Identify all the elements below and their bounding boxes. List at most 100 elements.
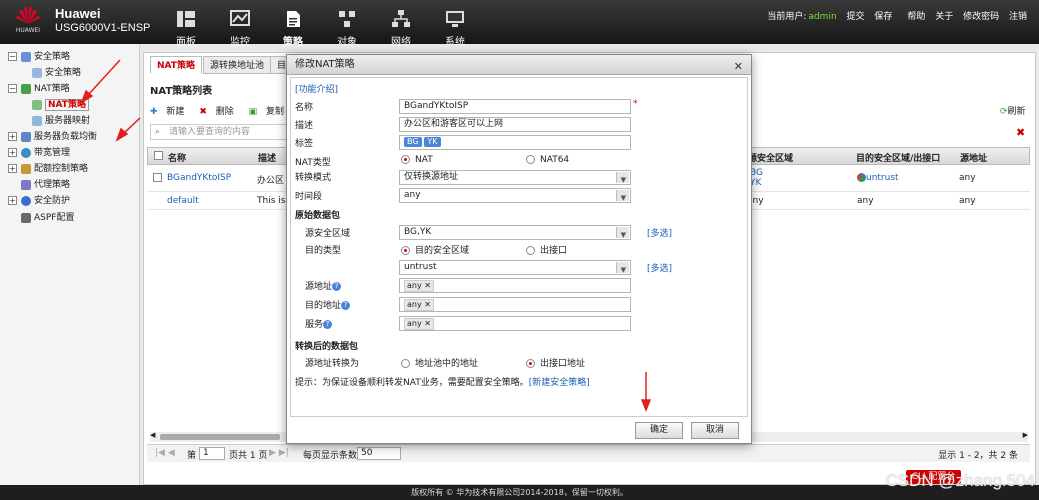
feature-intro-link[interactable]: [功能介绍] [295, 82, 338, 95]
row-name[interactable]: BGandYKtoISP [167, 173, 231, 183]
page-input[interactable]: 1 [199, 447, 225, 460]
bandwidth-icon [21, 147, 31, 158]
remove-tag-icon[interactable]: ✕ [424, 281, 431, 290]
nav-dashboard[interactable]: 面板 [166, 10, 206, 48]
dst-zone-multiselect-link[interactable]: [多选] [647, 261, 672, 274]
nav-network[interactable]: 网络 [381, 10, 421, 48]
sidebar-item-nat-policy-sub[interactable]: NAT策略 [32, 97, 89, 113]
chevron-down-icon: ▼ [620, 176, 626, 184]
sidebar-item-protection[interactable]: + 安全防护 [8, 193, 70, 209]
cancel-button[interactable]: 取消 [691, 422, 739, 439]
dst-zone-select[interactable]: untrust ▼ [399, 260, 631, 275]
scroll-right-icon[interactable]: ▶ [1023, 431, 1028, 439]
col-src-zone[interactable]: 源安全区域 [748, 151, 793, 164]
first-page-icon[interactable]: |◀ ◀ [155, 448, 175, 458]
nav-object[interactable]: 对象 [327, 10, 367, 48]
radio-icon [401, 155, 410, 164]
row-desc: This is [257, 196, 286, 206]
help-link[interactable]: 帮助 [907, 12, 925, 22]
sidebar-item-server-mapping[interactable]: 服务器映射 [32, 113, 90, 129]
server-mapping-icon [32, 115, 42, 126]
collapse-icon[interactable]: − [8, 52, 17, 61]
nav-policy[interactable]: 策略 [273, 10, 313, 48]
scroll-thumb[interactable] [160, 434, 280, 440]
translate-radio-pool[interactable]: 地址池中的地址 [401, 356, 478, 369]
per-page-select[interactable]: 50 [357, 447, 401, 460]
col-desc[interactable]: 描述 [258, 151, 276, 164]
col-dst-zone[interactable]: 目的安全区域/出接口 [856, 151, 940, 164]
collapse-icon[interactable]: − [8, 84, 17, 93]
nav-system[interactable]: 系统 [435, 10, 475, 48]
expand-icon[interactable]: + [8, 164, 17, 173]
sidebar-item-proxy[interactable]: 代理策略 [21, 177, 70, 193]
original-section-title: 原始数据包 [295, 211, 341, 221]
clear-search-icon[interactable]: ✖ [1016, 126, 1025, 139]
save-link[interactable]: 保存 [874, 12, 892, 22]
sidebar-item-security-policy[interactable]: − 安全策略 [8, 49, 70, 65]
hint-text: 提示：为保证设备顺利转发NAT业务，需要配置安全策略。[新建安全策略] [295, 378, 590, 388]
current-user-label: 当前用户: [767, 12, 807, 22]
search-icon: ⌕ [155, 127, 161, 137]
logout-link[interactable]: 注销 [1009, 12, 1027, 22]
new-button[interactable]: ✚ 新建 [150, 107, 190, 117]
nav-monitor[interactable]: 监控 [220, 10, 260, 48]
delete-button[interactable]: ✖ 删除 [199, 107, 239, 117]
close-icon[interactable]: ✕ [734, 57, 743, 77]
expand-icon[interactable]: + [8, 148, 17, 157]
sidebar-item-quota[interactable]: + 配额控制策略 [8, 161, 88, 177]
name-field[interactable]: BGandYKtoISP [399, 99, 631, 114]
col-src-addr[interactable]: 源地址 [960, 151, 987, 164]
description-field[interactable]: 办公区和游客区可以上网 [399, 117, 631, 132]
time-select[interactable]: any ▼ [399, 188, 631, 203]
desc-label: 描述 [295, 121, 314, 131]
expand-icon[interactable]: + [8, 196, 17, 205]
src-zone-select[interactable]: BG,YK ▼ [399, 225, 631, 240]
dst-addr-field[interactable]: any ✕ [399, 297, 631, 312]
radio-icon [401, 246, 410, 255]
dst-type-radio-interface[interactable]: 出接口 [526, 243, 567, 256]
nat-type-radio-nat64[interactable]: NAT64 [526, 155, 569, 165]
chevron-down-icon: ▼ [620, 266, 626, 274]
tag-field[interactable]: BG YK [399, 135, 631, 150]
scroll-left-icon[interactable]: ◀ [150, 431, 155, 439]
next-page-icon[interactable]: ▶ ▶| [269, 448, 289, 458]
help-icon[interactable]: ? [332, 282, 342, 291]
sidebar-item-security-policy-sub[interactable]: 安全策略 [32, 65, 81, 81]
sidebar-item-nat-policy[interactable]: − NAT策略 [8, 81, 70, 97]
dst-type-radio-zone[interactable]: 目的安全区域 [401, 243, 469, 256]
copy-button[interactable]: ▣ 复制 [249, 107, 290, 117]
tab-source-pool[interactable]: 源转换地址池 [203, 56, 272, 74]
row-name[interactable]: default [167, 196, 199, 206]
ok-button[interactable]: 确定 [635, 422, 683, 439]
nat-type-radio-nat[interactable]: NAT [401, 155, 433, 165]
watermark: CSDN @zhang.504 [885, 471, 1035, 490]
row-src-addr: any [959, 173, 976, 183]
help-icon[interactable]: ? [323, 320, 333, 329]
sidebar-item-aspf[interactable]: ASPF配置 [21, 210, 74, 226]
remove-tag-icon[interactable]: ✕ [424, 300, 431, 309]
row-src-addr: any [959, 196, 976, 206]
src-addr-field[interactable]: any ✕ [399, 278, 631, 293]
radio-icon [526, 155, 535, 164]
tag-chip[interactable]: BG [404, 137, 422, 147]
search-input[interactable]: ⌕ 请输入要查询的内容 [150, 124, 290, 140]
expand-icon[interactable]: + [8, 132, 17, 141]
tab-nat-policy[interactable]: NAT策略 [150, 56, 202, 74]
refresh-button[interactable]: ⟳刷新 [1000, 104, 1026, 117]
new-security-policy-link[interactable]: [新建安全策略] [529, 378, 590, 388]
mode-select[interactable]: 仅转换源地址 ▼ [399, 170, 631, 185]
tag-chip[interactable]: YK [424, 137, 441, 147]
col-name[interactable]: 名称 [168, 151, 186, 164]
sidebar-item-server-lb[interactable]: + 服务器负载均衡 [8, 129, 97, 145]
row-checkbox[interactable] [153, 173, 162, 182]
select-all-checkbox[interactable] [154, 151, 163, 160]
about-link[interactable]: 关于 [935, 12, 953, 22]
sidebar-item-bandwidth[interactable]: + 带宽管理 [8, 145, 70, 161]
change-password-link[interactable]: 修改密码 [963, 12, 999, 22]
help-icon[interactable]: ? [341, 301, 351, 310]
remove-tag-icon[interactable]: ✕ [424, 319, 431, 328]
translate-radio-egress[interactable]: 出接口地址 [526, 356, 585, 369]
service-field[interactable]: any ✕ [399, 316, 631, 331]
submit-link[interactable]: 提交 [847, 12, 865, 22]
src-zone-multiselect-link[interactable]: [多选] [647, 226, 672, 239]
